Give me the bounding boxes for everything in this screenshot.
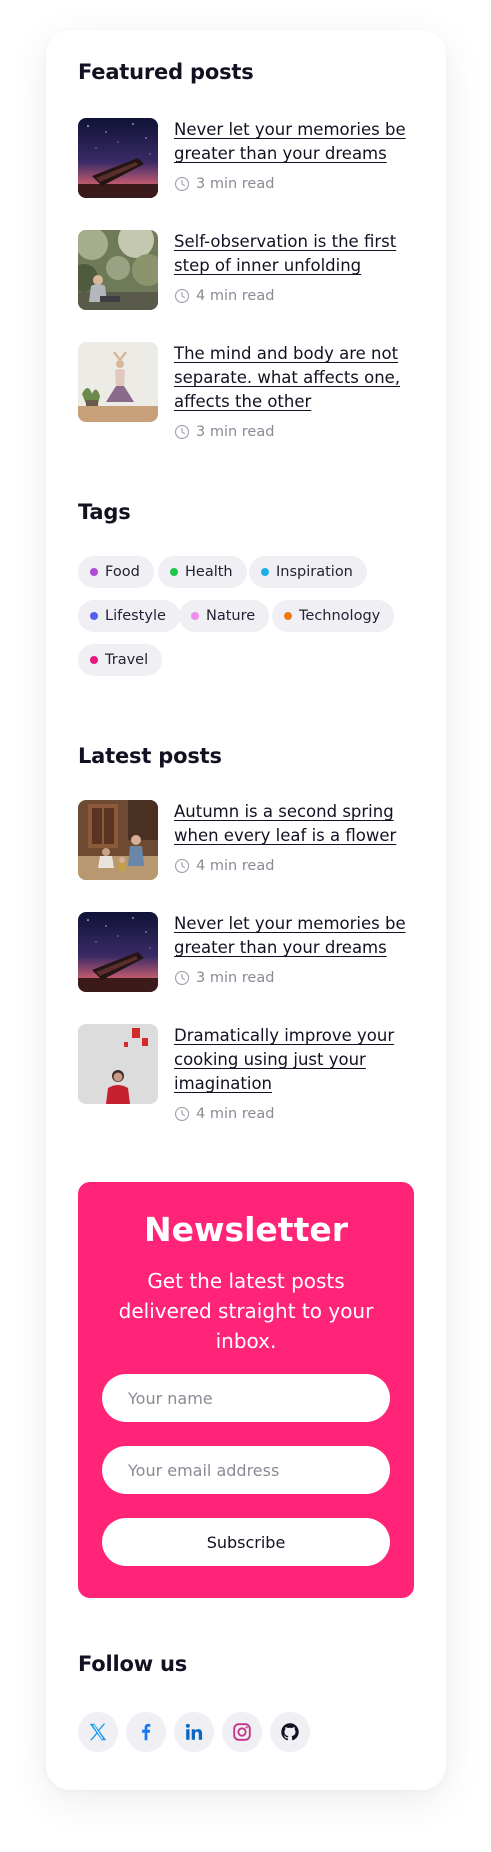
post-title-link[interactable]: Never let your memories be greater than … bbox=[174, 912, 414, 960]
tag-dot bbox=[90, 568, 98, 576]
tag-dot bbox=[170, 568, 178, 576]
read-time-label: 3 min read bbox=[196, 424, 275, 440]
linkedin-link[interactable] bbox=[174, 1712, 214, 1752]
read-time: 4 min read bbox=[174, 288, 274, 304]
facebook-link[interactable] bbox=[126, 1712, 166, 1752]
read-time: 3 min read bbox=[174, 176, 274, 192]
x-twitter-icon bbox=[89, 1723, 107, 1741]
post-title-link[interactable]: Self-observation is the first step of in… bbox=[174, 230, 414, 278]
read-time: 3 min read bbox=[174, 424, 274, 440]
tag-dot bbox=[284, 612, 292, 620]
post-title-link[interactable]: Never let your memories be greater than … bbox=[174, 118, 414, 166]
name-input[interactable] bbox=[102, 1374, 390, 1422]
tag-label: Nature bbox=[206, 608, 256, 624]
read-time-label: 4 min read bbox=[196, 1106, 275, 1122]
post-title-link[interactable]: Autumn is a second spring when every lea… bbox=[174, 800, 414, 848]
post-thumbnail-yoga[interactable] bbox=[78, 342, 158, 422]
read-time: 4 min read bbox=[174, 1106, 274, 1122]
read-time-label: 3 min read bbox=[196, 970, 275, 986]
sidebar-card: Featured posts Never let your memories b… bbox=[46, 30, 446, 1790]
clock-icon bbox=[174, 970, 190, 986]
tag-dot bbox=[90, 612, 98, 620]
tag-technology[interactable]: Technology bbox=[272, 600, 395, 632]
subscribe-button[interactable]: Subscribe bbox=[102, 1518, 390, 1566]
tag-label: Travel bbox=[105, 652, 149, 668]
tag-health[interactable]: Health bbox=[158, 556, 247, 588]
post-thumbnail-family[interactable] bbox=[78, 800, 158, 880]
post-thumbnail-boat[interactable] bbox=[78, 912, 158, 992]
read-time-label: 4 min read bbox=[196, 858, 275, 874]
post-thumbnail-white-wall[interactable] bbox=[78, 1024, 158, 1104]
read-time: 3 min read bbox=[174, 970, 274, 986]
tag-food[interactable]: Food bbox=[78, 556, 154, 588]
post-thumbnail-boat[interactable] bbox=[78, 118, 158, 198]
instagram-icon bbox=[233, 1723, 251, 1741]
tag-dot bbox=[191, 612, 199, 620]
email-input[interactable] bbox=[102, 1446, 390, 1494]
tag-label: Lifestyle bbox=[105, 608, 166, 624]
clock-icon bbox=[174, 176, 190, 192]
clock-icon bbox=[174, 288, 190, 304]
linkedin-icon bbox=[185, 1723, 203, 1740]
github-icon bbox=[281, 1723, 299, 1741]
facebook-icon bbox=[142, 1723, 151, 1741]
clock-icon bbox=[174, 424, 190, 440]
follow-us-heading: Follow us bbox=[78, 1652, 188, 1676]
newsletter-description: Get the latest posts delivered straight … bbox=[118, 1269, 374, 1353]
read-time: 4 min read bbox=[174, 858, 274, 874]
latest-posts-heading: Latest posts bbox=[78, 744, 222, 768]
newsletter-title: Newsletter bbox=[143, 1210, 349, 1249]
read-time-label: 4 min read bbox=[196, 288, 275, 304]
post-title-link[interactable]: Dramatically improve your cooking using … bbox=[174, 1024, 414, 1096]
clock-icon bbox=[174, 858, 190, 874]
tag-inspiration[interactable]: Inspiration bbox=[249, 556, 367, 588]
tags-heading: Tags bbox=[78, 500, 131, 524]
read-time-label: 3 min read bbox=[196, 176, 275, 192]
tag-travel[interactable]: Travel bbox=[78, 644, 163, 676]
instagram-link[interactable] bbox=[222, 1712, 262, 1752]
newsletter-box: Newsletter Get the latest posts delivere… bbox=[78, 1182, 414, 1598]
featured-posts-heading: Featured posts bbox=[78, 60, 254, 84]
tag-lifestyle[interactable]: Lifestyle bbox=[78, 600, 180, 632]
tag-label: Health bbox=[185, 564, 233, 580]
post-title-link[interactable]: The mind and body are not separate. what… bbox=[174, 342, 414, 414]
x-twitter-link[interactable] bbox=[78, 1712, 118, 1752]
tag-label: Food bbox=[105, 564, 140, 580]
post-thumbnail-forest[interactable] bbox=[78, 230, 158, 310]
tag-nature[interactable]: Nature bbox=[179, 600, 270, 632]
clock-icon bbox=[174, 1106, 190, 1122]
tag-label: Technology bbox=[299, 608, 381, 624]
tag-dot bbox=[261, 568, 269, 576]
tag-dot bbox=[90, 656, 98, 664]
tag-label: Inspiration bbox=[276, 564, 353, 580]
github-link[interactable] bbox=[270, 1712, 310, 1752]
